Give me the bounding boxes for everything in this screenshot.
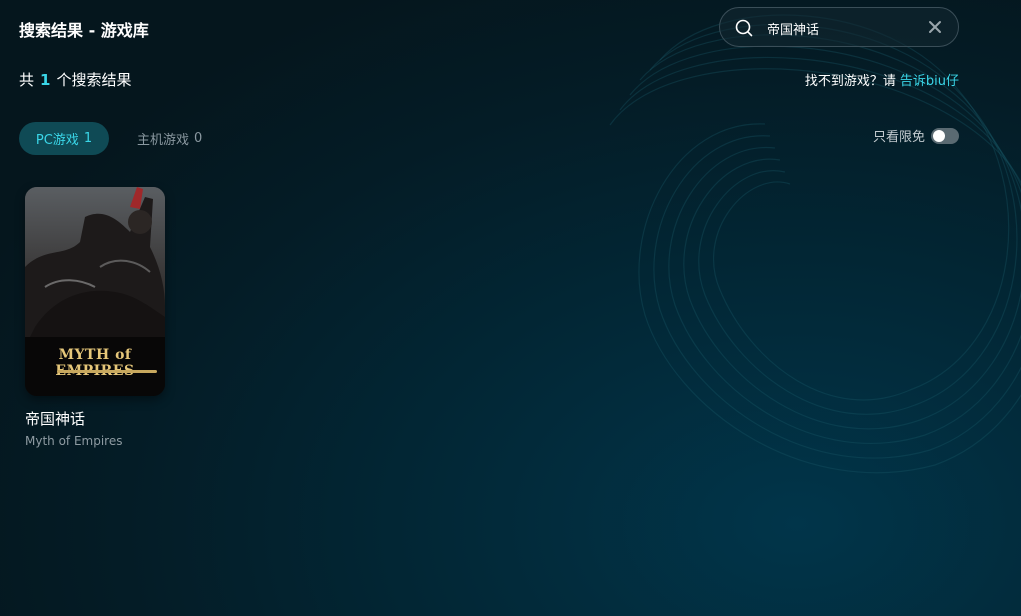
result-count: 共 1 个搜索结果 [19,69,131,90]
help-line: 找不到游戏？请 告诉biu仔 [805,70,959,89]
help-text: 找不到游戏？请 [804,74,896,89]
search-input[interactable] [767,17,917,39]
game-subtitle: Myth of Empires [25,434,123,448]
page-title: 搜索结果 - 游戏库 [19,21,149,40]
free-only-label: 只看限免 [872,130,925,145]
search-icon [735,19,753,37]
game-card[interactable]: MYTH of EMPIRES 帝国神话 Myth of Empires [25,187,165,448]
free-only-toggle[interactable] [931,127,959,144]
tab-pc-games[interactable]: PC游戏 1 [19,122,109,155]
tab-label: PC游戏 [35,133,79,148]
free-only-filter: 只看限免 [873,126,959,145]
tab-count: 1 [83,131,93,146]
tab-label: 主机游戏 [137,133,190,148]
game-cover: MYTH of EMPIRES [25,187,165,396]
cover-logo-sword [57,370,157,373]
result-count-suffix: 个搜索结果 [56,71,132,89]
game-title: 帝国神话 [25,410,86,428]
tab-count: 0 [194,131,203,146]
close-icon[interactable] [928,20,942,34]
result-count-number: 1 [40,71,51,89]
cover-logo: MYTH of EMPIRES [55,347,135,379]
toggle-knob [933,129,945,142]
feedback-link[interactable]: 告诉biu仔 [900,70,959,89]
tab-console-games[interactable]: 主机游戏 0 [137,122,202,155]
search-box[interactable] [719,7,959,47]
result-count-prefix: 共 [19,71,35,89]
